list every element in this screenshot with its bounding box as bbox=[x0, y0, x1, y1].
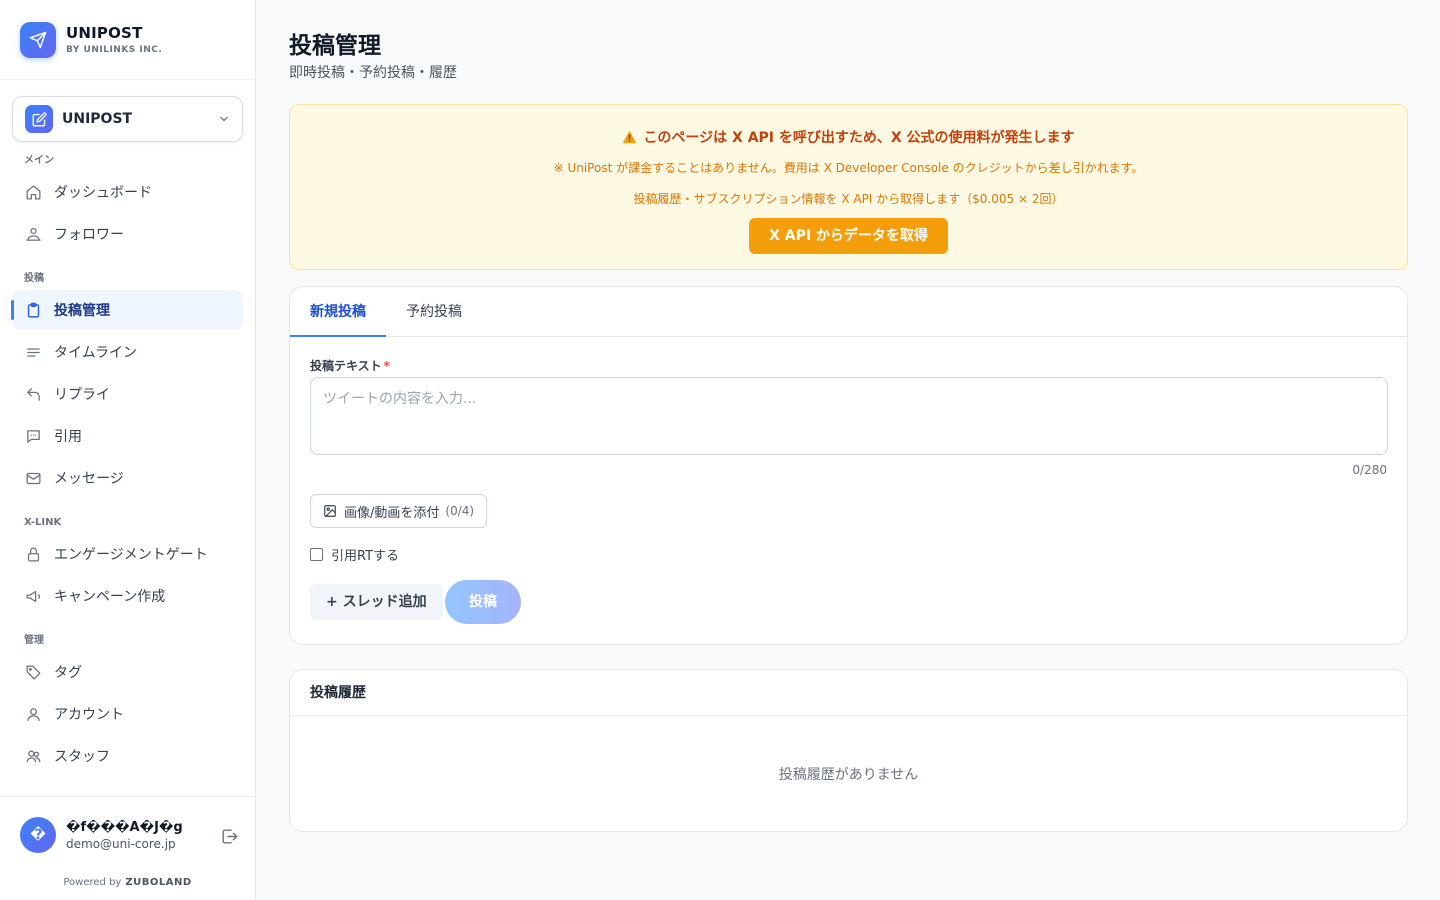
sidebar-item-post-management[interactable]: 投稿管理 bbox=[11, 290, 243, 330]
page-subtitle: 即時投稿・予約投稿・履歴 bbox=[289, 65, 457, 81]
api-cost-warning: このページは X API を呼び出すため、X 公式の使用料が発生します ※ Un… bbox=[289, 104, 1408, 270]
post-history-empty: 投稿履歴がありません bbox=[778, 767, 919, 783]
attach-media-label: 画像/動画を添付 bbox=[344, 505, 440, 521]
quote-rt-option[interactable]: 引用RTする bbox=[310, 545, 399, 564]
powered-by: Powered by ZUBOLAND bbox=[0, 877, 255, 888]
warning-icon bbox=[622, 130, 637, 144]
quote-rt-label: 引用RTする bbox=[331, 549, 400, 564]
sidebar-item-account[interactable]: アカウント bbox=[12, 694, 243, 734]
sidebar-item-label: タイムライン bbox=[54, 345, 138, 361]
nav-section-admin: 管理 bbox=[24, 635, 44, 646]
warning-title-text: このページは X API を呼び出すため、X 公式の使用料が発生します bbox=[643, 130, 1075, 146]
sidebar-item-campaign[interactable]: キャンペーン作成 bbox=[12, 576, 243, 616]
compose-card: 新規投稿 予約投稿 投稿テキスト* 0/280 画像/動画を添付 (0/4) 引… bbox=[289, 286, 1408, 645]
sidebar-item-tags[interactable]: タグ bbox=[12, 652, 243, 692]
account-selector-label: UNIPOST bbox=[62, 111, 133, 127]
post-text-label: 投稿テキスト * bbox=[310, 357, 390, 374]
image-icon bbox=[323, 504, 337, 518]
followers-icon bbox=[24, 225, 42, 243]
sidebar-nav: メイン ダッシュボード フォロワー 投稿 投稿管理 タイムライン リプライ 引用 bbox=[11, 150, 243, 778]
tag-icon bbox=[24, 663, 42, 681]
tab-scheduled-post[interactable]: 予約投稿 bbox=[386, 287, 482, 337]
quote-rt-checkbox[interactable] bbox=[310, 548, 323, 561]
sidebar-item-engagement-gate[interactable]: エンゲージメントゲート bbox=[12, 534, 243, 574]
chevron-down-icon bbox=[218, 110, 230, 129]
sidebar-item-dashboard[interactable]: ダッシュボード bbox=[12, 172, 243, 212]
brand-title: UNIPOST bbox=[66, 24, 143, 42]
mail-icon bbox=[24, 469, 42, 487]
sidebar-item-label: キャンペーン作成 bbox=[54, 589, 166, 605]
sidebar-item-messages[interactable]: メッセージ bbox=[12, 458, 243, 498]
home-icon bbox=[24, 183, 42, 201]
nav-section-posts: 投稿 bbox=[24, 273, 44, 284]
warning-detail: 投稿履歴・サブスクリプション情報を X API から取得します（$0.005 ×… bbox=[633, 192, 1064, 206]
sidebar-item-label: ダッシュボード bbox=[54, 185, 152, 201]
lock-icon bbox=[24, 545, 42, 563]
lines-icon bbox=[24, 343, 42, 361]
clipboard-icon bbox=[24, 301, 42, 319]
account-selector[interactable]: UNIPOST bbox=[12, 96, 243, 142]
user-email: demo@uni-core.jp bbox=[66, 836, 176, 851]
post-text-label-text: 投稿テキスト bbox=[310, 359, 382, 373]
attach-media-button[interactable]: 画像/動画を添付 (0/4) bbox=[310, 494, 488, 528]
avatar: � bbox=[20, 817, 56, 853]
char-counter: 0/280 bbox=[1352, 463, 1387, 477]
attach-count: (0/4) bbox=[445, 504, 475, 518]
users-icon bbox=[24, 747, 42, 765]
sidebar-item-label: メッセージ bbox=[54, 471, 124, 487]
logout-icon[interactable] bbox=[218, 825, 240, 847]
add-thread-button[interactable]: + スレッド追加 bbox=[310, 584, 443, 620]
powered-by-prefix: Powered by bbox=[63, 877, 122, 888]
user-name: �f���A�J�g bbox=[66, 819, 183, 835]
sidebar: UNIPOST BY UNILINKS INC. UNIPOST メイン ダッシ… bbox=[0, 0, 256, 900]
sidebar-item-label: フォロワー bbox=[54, 227, 124, 243]
paper-plane-icon bbox=[20, 21, 56, 58]
reply-icon bbox=[24, 385, 42, 403]
sidebar-item-timeline[interactable]: タイムライン bbox=[12, 332, 243, 372]
sidebar-item-label: タグ bbox=[54, 665, 82, 681]
sidebar-item-label: スタッフ bbox=[54, 749, 110, 765]
required-mark: * bbox=[383, 359, 390, 373]
warning-note: ※ UniPost が課金することはありません。費用は X Developer … bbox=[553, 161, 1144, 175]
compose-tabs: 新規投稿 予約投稿 bbox=[290, 287, 1407, 337]
sidebar-footer: � �f���A�J�g demo@uni-core.jp Powered by… bbox=[0, 796, 255, 900]
sidebar-item-label: エンゲージメントゲート bbox=[54, 547, 208, 563]
edit-icon bbox=[25, 105, 53, 133]
sidebar-item-label: 投稿管理 bbox=[54, 303, 110, 319]
sidebar-item-label: リプライ bbox=[54, 387, 110, 403]
sidebar-item-label: アカウント bbox=[54, 707, 124, 723]
sidebar-item-reply[interactable]: リプライ bbox=[12, 374, 243, 414]
post-history-card: 投稿履歴 投稿履歴がありません bbox=[289, 669, 1408, 832]
sidebar-item-quote[interactable]: 引用 bbox=[12, 416, 243, 456]
tab-new-post[interactable]: 新規投稿 bbox=[290, 287, 386, 337]
user-icon bbox=[24, 705, 42, 723]
megaphone-icon bbox=[24, 587, 42, 605]
user-profile: � �f���A�J�g demo@uni-core.jp bbox=[20, 817, 240, 853]
page-title: 投稿管理 bbox=[289, 33, 381, 59]
nav-section-xlink: X-LINK bbox=[24, 517, 62, 528]
comment-icon bbox=[24, 427, 42, 445]
nav-section-main: メイン bbox=[24, 155, 54, 166]
powered-by-name: ZUBOLAND bbox=[125, 877, 192, 888]
warning-title: このページは X API を呼び出すため、X 公式の使用料が発生します bbox=[290, 127, 1407, 147]
sidebar-item-staff[interactable]: スタッフ bbox=[12, 736, 243, 776]
brand-subtitle: BY UNILINKS INC. bbox=[66, 45, 163, 55]
post-button[interactable]: 投稿 bbox=[445, 580, 521, 624]
fetch-x-api-button[interactable]: X API からデータを取得 bbox=[749, 218, 948, 254]
post-text-input[interactable] bbox=[310, 377, 1388, 455]
post-history-title: 投稿履歴 bbox=[290, 670, 1407, 716]
sidebar-item-label: 引用 bbox=[54, 429, 82, 445]
brand: UNIPOST BY UNILINKS INC. bbox=[0, 0, 255, 80]
sidebar-item-followers[interactable]: フォロワー bbox=[12, 214, 243, 254]
